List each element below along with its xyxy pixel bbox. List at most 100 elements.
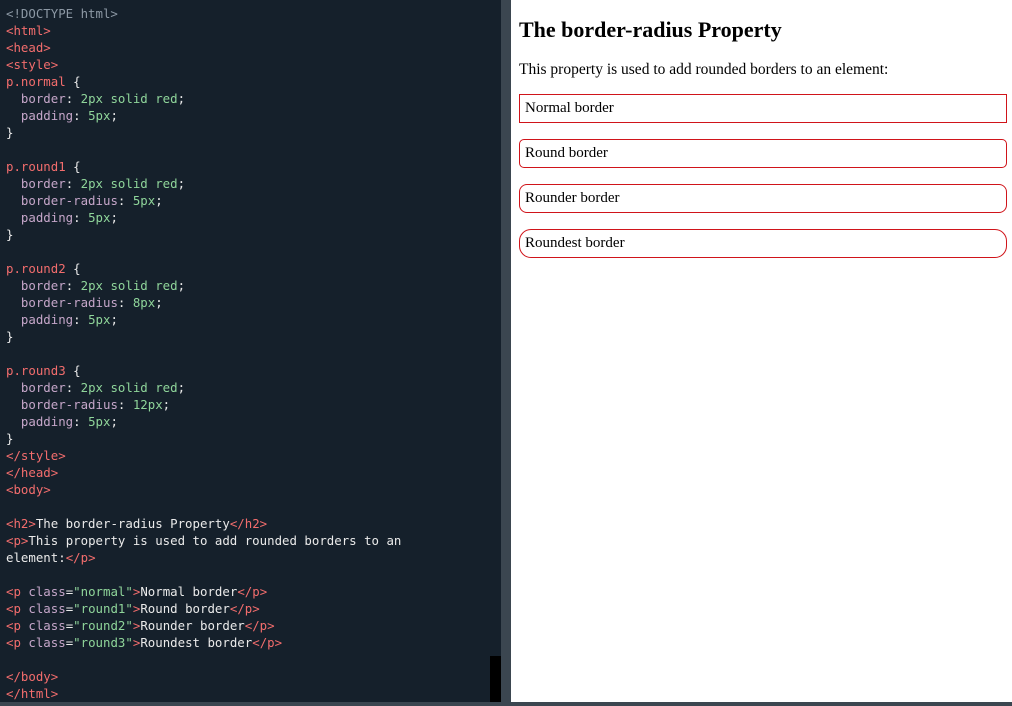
code-line: border-radius: 12px; xyxy=(6,396,401,413)
code-token: ; xyxy=(110,108,118,123)
code-token: } xyxy=(6,125,14,140)
editor-scrollbar[interactable] xyxy=(490,0,501,702)
code-token: <p xyxy=(6,601,29,616)
code-editor[interactable]: <!DOCTYPE html> <html> <head> <style> p.norm… xyxy=(0,0,490,702)
code-token: 2px solid red xyxy=(80,278,178,293)
code-token: <h2> xyxy=(6,516,36,531)
code-token: The border-radius Property xyxy=(35,516,230,531)
code-line: <html> xyxy=(6,22,401,39)
code-token: <p xyxy=(6,584,29,599)
code-token: 5px xyxy=(88,108,111,123)
code-token: </p> xyxy=(252,635,283,650)
code-token: Rounder border xyxy=(140,618,245,633)
code-token: </p> xyxy=(65,550,96,565)
code-token: p.round2 xyxy=(6,261,66,276)
code-line: <!DOCTYPE html> xyxy=(6,5,401,22)
code-token: <body> xyxy=(6,482,51,497)
code-line: p.round2 { xyxy=(6,260,401,277)
code-token: ; xyxy=(177,380,186,395)
code-token: { xyxy=(65,363,81,378)
code-token: </html> xyxy=(6,686,59,701)
code-token: "normal" xyxy=(73,584,133,599)
code-token: class xyxy=(28,601,66,616)
code-line: </html> xyxy=(6,685,401,702)
code-line: <p class="round3">Roundest border</p> xyxy=(6,634,401,651)
code-token: border xyxy=(20,380,66,395)
code-token: : xyxy=(117,295,133,310)
code-line: p.round3 { xyxy=(6,362,401,379)
code-token: : xyxy=(117,397,133,412)
code-token: Roundest border xyxy=(140,635,253,650)
code-token: Normal border xyxy=(140,584,238,599)
code-token: <style> xyxy=(6,57,59,72)
code-token: ; xyxy=(110,210,118,225)
code-token: "round3" xyxy=(73,635,133,650)
code-token: 2px solid red xyxy=(80,176,178,191)
code-token: </p> xyxy=(237,584,268,599)
code-token: <p xyxy=(6,618,29,633)
code-line: } xyxy=(6,430,401,447)
code-line: element:</p> xyxy=(6,549,401,566)
code-token: ; xyxy=(177,91,186,106)
code-line: } xyxy=(6,328,401,345)
code-line: padding: 5px; xyxy=(6,107,401,124)
code-line: padding: 5px; xyxy=(6,209,401,226)
code-token: p.round3 xyxy=(6,363,66,378)
code-token: : xyxy=(73,108,89,123)
code-token: </head> xyxy=(6,465,59,480)
code-token: 5px xyxy=(88,210,111,225)
code-line: <style> xyxy=(6,56,401,73)
editor-scrollbar-thumb[interactable] xyxy=(490,656,501,702)
round-border-box: Round border xyxy=(519,139,1007,168)
code-line: border-radius: 5px; xyxy=(6,192,401,209)
code-token: : xyxy=(73,414,89,429)
code-token: 12px xyxy=(132,397,163,412)
code-line: <p>This property is used to add rounded … xyxy=(6,532,401,549)
code-token: padding xyxy=(20,414,74,429)
code-line: <body> xyxy=(6,481,401,498)
code-token: ; xyxy=(110,312,118,327)
code-token: ; xyxy=(177,278,186,293)
code-token: } xyxy=(6,329,14,344)
code-line: <p class="round2">Rounder border</p> xyxy=(6,617,401,634)
code-token: : xyxy=(73,312,89,327)
code-token: padding xyxy=(20,312,74,327)
code-line: <head> xyxy=(6,39,401,56)
code-token: border-radius xyxy=(20,397,118,412)
code-token: ; xyxy=(110,414,118,429)
code-line: <h2>The border-radius Property</h2> xyxy=(6,515,401,532)
code-line: padding: 5px; xyxy=(6,311,401,328)
code-token: 8px xyxy=(132,295,156,310)
roundest-border-box: Roundest border xyxy=(519,229,1007,258)
code-token: border-radius xyxy=(20,193,118,208)
code-token: class xyxy=(28,635,66,650)
code-line: <p class="normal">Normal border</p> xyxy=(6,583,401,600)
code-line: border-radius: 8px; xyxy=(6,294,401,311)
code-token: </p> xyxy=(244,618,275,633)
code-line: } xyxy=(6,124,401,141)
code-token: <p> xyxy=(6,533,29,548)
code-token: ; xyxy=(155,295,163,310)
code-line: } xyxy=(6,226,401,243)
code-token: ; xyxy=(155,193,163,208)
code-line: border: 2px solid red; xyxy=(6,277,401,294)
code-text[interactable]: <!DOCTYPE html> <html> <head> <style> p.norm… xyxy=(6,5,401,702)
code-token: <head> xyxy=(6,40,51,55)
code-token: 5px xyxy=(88,312,111,327)
code-line: p.round1 { xyxy=(6,158,401,175)
code-token: : xyxy=(65,380,81,395)
panel-divider[interactable] xyxy=(501,0,511,702)
code-line: border: 2px solid red; xyxy=(6,175,401,192)
code-token: ; xyxy=(162,397,171,412)
code-token: 2px solid red xyxy=(80,380,178,395)
preview-heading: The border-radius Property xyxy=(519,17,782,42)
